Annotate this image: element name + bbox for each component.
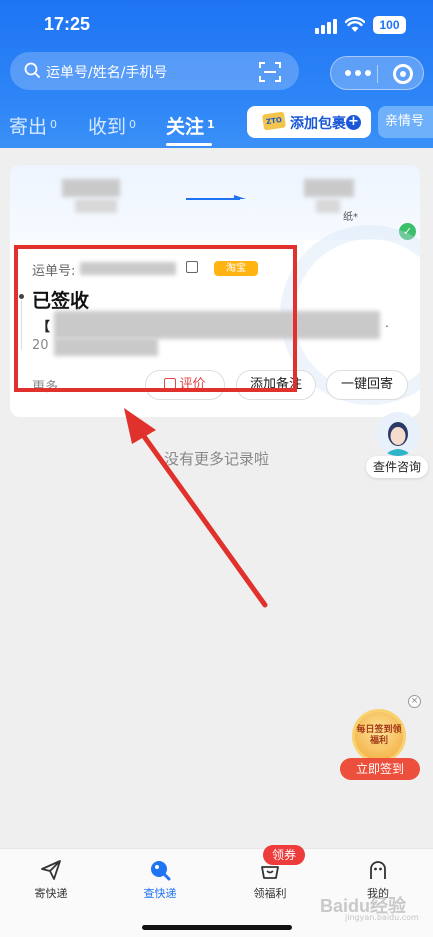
tab-sent[interactable]: 寄出 0: [9, 112, 57, 139]
return-label: 一键回寄: [340, 377, 393, 392]
miniapp-capsule: [330, 56, 424, 90]
scan-icon[interactable]: [259, 61, 281, 83]
cellular-signal-icon: [315, 19, 337, 34]
nav-label: 领福利: [253, 887, 287, 900]
more-menu-icon[interactable]: [345, 70, 371, 76]
baidu-watermark-url: jingyan.baidu.com: [345, 913, 419, 922]
receiver-city-blurred: [304, 179, 354, 197]
tab-received[interactable]: 收到 0: [88, 112, 136, 139]
tab-following[interactable]: 关注 1: [166, 112, 215, 146]
search-express-icon: [151, 861, 171, 881]
battery-icon: 100: [373, 16, 406, 34]
tab-label: 关注: [166, 116, 205, 138]
family-number-button[interactable]: 亲情号: [378, 106, 433, 138]
close-miniapp-icon[interactable]: [393, 64, 413, 84]
close-icon[interactable]: ×: [408, 695, 421, 708]
nav-send-express[interactable]: 寄快递: [11, 857, 91, 901]
search-icon: [24, 62, 40, 78]
plus-icon: +: [346, 115, 361, 130]
assistant-avatar: [376, 412, 420, 456]
app-header: 17:25 100 运单号/姓名/手机号 寄出 0 收到 0 关注 1 ZTO …: [0, 0, 433, 148]
sender-name-blurred: [75, 199, 117, 213]
assistant-label: 查件咨询: [366, 456, 428, 478]
tab-count: 0: [50, 118, 58, 131]
sign-in-button[interactable]: 立即签到: [340, 758, 420, 780]
send-icon: [41, 860, 61, 880]
detail-suffix: .: [385, 316, 389, 330]
search-bar[interactable]: 运单号/姓名/手机号: [10, 52, 299, 90]
highlight-annotation-box: [14, 245, 297, 392]
receiver-name-blurred: [316, 199, 340, 213]
annotation-arrow: [124, 408, 268, 608]
coupon-badge: 领券: [263, 845, 305, 865]
daily-sign-badge-text: 每日签到领福利: [356, 725, 402, 746]
nav-label: 查快递: [143, 887, 177, 900]
tab-count: 1: [207, 118, 215, 131]
tab-label: 寄出: [9, 116, 48, 138]
tab-count: 0: [129, 118, 137, 131]
zto-logo: ZTO: [261, 111, 287, 131]
daily-sign-badge[interactable]: 每日签到领福利: [352, 709, 406, 763]
add-package-label: 添加包裹: [290, 116, 346, 132]
tab-label: 收到: [88, 116, 127, 138]
route-arrow-icon: [186, 195, 246, 200]
status-time: 17:25: [44, 14, 91, 34]
add-package-button[interactable]: ZTO 添加包裹 +: [247, 106, 371, 138]
receiver-name-tail: 纸*: [343, 212, 358, 223]
one-click-return-button[interactable]: 一键回寄: [326, 370, 408, 400]
query-assistant-button[interactable]: 查件咨询: [366, 412, 428, 478]
wifi-icon: [345, 17, 365, 32]
home-indicator[interactable]: [142, 925, 292, 930]
sender-city-blurred: [62, 179, 120, 197]
nav-label: 寄快递: [34, 887, 68, 900]
search-placeholder: 运单号/姓名/手机号: [46, 65, 168, 81]
nav-query-express[interactable]: 查快递: [120, 857, 200, 901]
status-bar: 17:25 100: [0, 12, 433, 40]
profile-icon: [370, 861, 386, 879]
